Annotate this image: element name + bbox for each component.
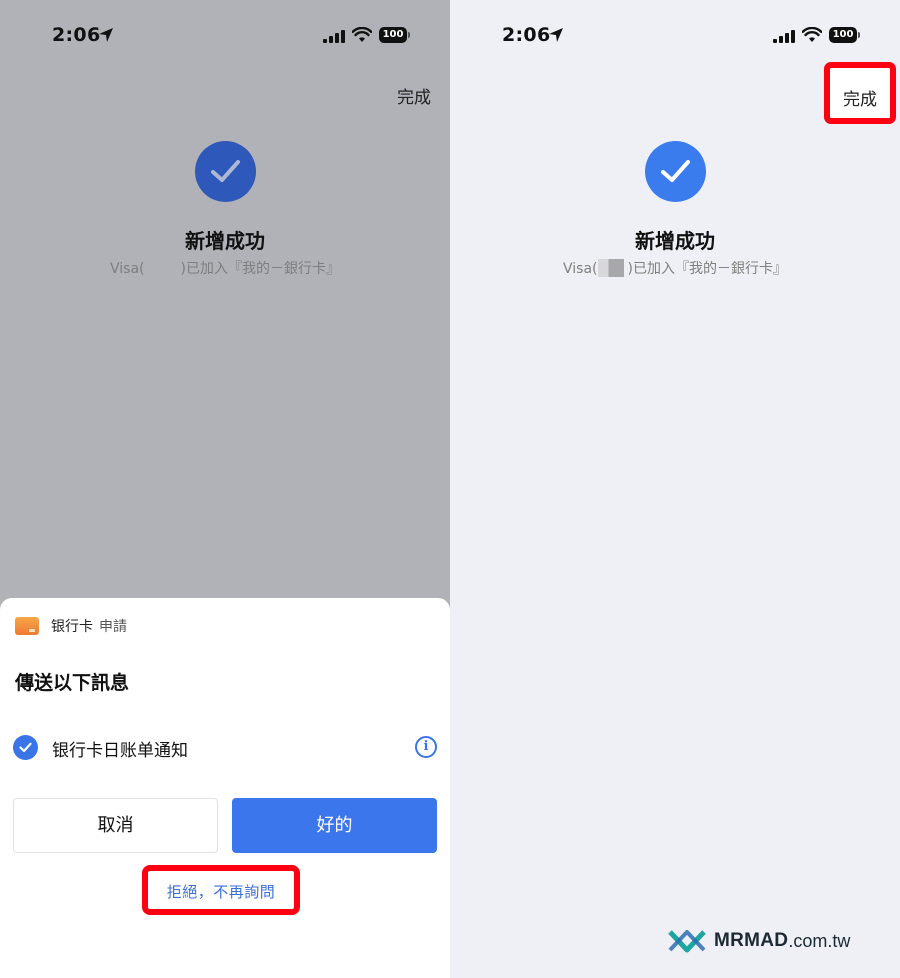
info-icon[interactable]: i (415, 736, 437, 758)
permission-checkbox[interactable] (13, 735, 38, 760)
status-bar: 2:06 100 (0, 22, 450, 52)
success-title: 新增成功 (635, 229, 715, 253)
ok-button[interactable]: 好的 (232, 798, 437, 853)
location-arrow-icon (99, 28, 113, 42)
location-arrow-icon (549, 28, 563, 42)
status-time: 2:06 (52, 24, 101, 46)
permission-sheet: 银行卡 申請 傳送以下訊息 银行卡日账单通知 i 取消 好的 拒絕，不再詢問 (0, 598, 450, 978)
watermark-domain: .com.tw (788, 930, 851, 951)
permission-row[interactable]: 银行卡日账单通知 i (13, 735, 437, 761)
reject-highlight: 拒絕，不再詢問 (142, 865, 300, 915)
masked-card-number (145, 261, 181, 275)
card-suffix: )已加入『我的－銀行卡』 (180, 261, 340, 277)
success-check-icon (195, 141, 256, 202)
done-button[interactable]: 完成 (397, 83, 431, 108)
success-message: Visa( )已加入『我的－銀行卡』 (450, 258, 900, 278)
mrmad-watermark: MRMAD .com.tw (668, 928, 850, 954)
watermark-brand: MRMAD (714, 930, 789, 951)
sheet-title: 傳送以下訊息 (15, 672, 130, 694)
success-title: 新增成功 (185, 229, 265, 253)
success-message: Visa( )已加入『我的－銀行卡』 (0, 258, 450, 278)
reject-never-ask-link[interactable]: 拒絕，不再詢問 (148, 881, 294, 902)
cellular-signal-icon (323, 30, 345, 43)
wifi-icon (802, 27, 822, 42)
battery-icon: 100 (379, 27, 411, 43)
cellular-signal-icon (773, 30, 795, 43)
bank-card-icon (15, 617, 39, 635)
wifi-icon (352, 27, 372, 42)
success-check-icon (645, 141, 706, 202)
left-screen: 2:06 100 完成 新增成功 Visa( )已加入『我的－銀行卡』 银行卡 申… (0, 0, 450, 978)
sheet-header: 银行卡 申請 (15, 616, 127, 636)
sheet-app-name: 银行卡 (51, 619, 93, 635)
permission-label: 银行卡日账单通知 (52, 741, 188, 761)
done-highlight: 完成 (824, 62, 896, 124)
sheet-app-action: 申請 (99, 619, 127, 635)
status-time: 2:06 (502, 24, 551, 46)
card-suffix: )已加入『我的－銀行卡』 (627, 261, 787, 277)
card-prefix: Visa( (563, 261, 598, 277)
done-button[interactable]: 完成 (830, 85, 890, 110)
battery-level: 100 (379, 27, 407, 43)
right-screen: 2:06 100 完成 新增成功 Visa( )已加入『我的－銀行卡』 (450, 0, 900, 978)
cancel-button[interactable]: 取消 (13, 798, 218, 853)
checkmark-icon (19, 742, 32, 753)
battery-level: 100 (829, 27, 857, 43)
status-bar: 2:06 100 (450, 22, 900, 52)
mrmad-logo-icon (668, 930, 706, 953)
card-prefix: Visa( (110, 261, 145, 277)
masked-card-number (597, 259, 624, 277)
battery-icon: 100 (829, 27, 861, 43)
